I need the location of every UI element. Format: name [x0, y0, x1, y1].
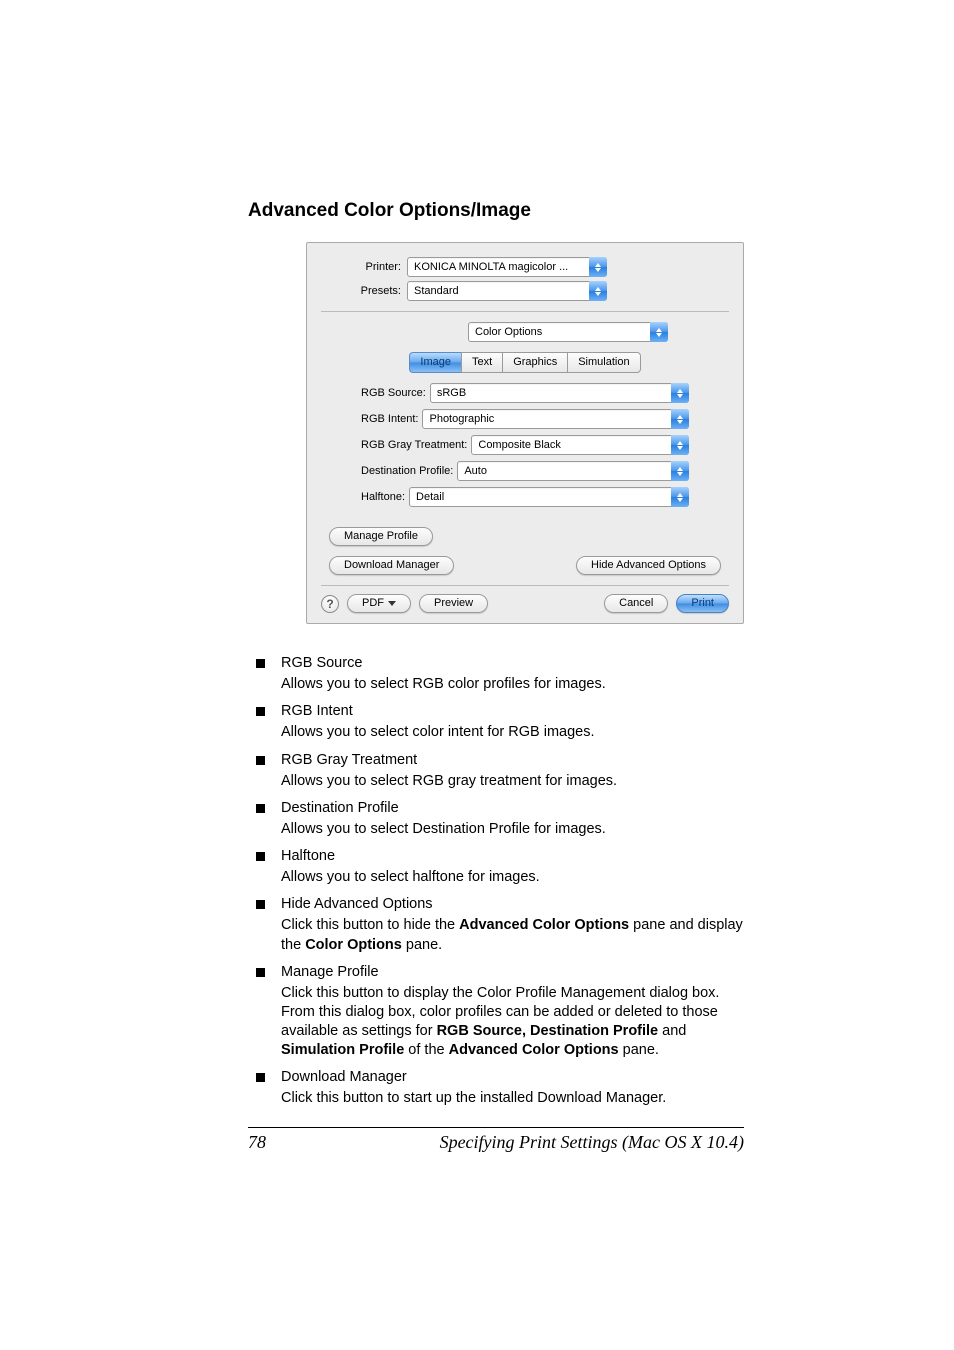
printer-select[interactable]: KONICA MINOLTA magicolor ... — [407, 257, 607, 277]
bullet-icon — [256, 804, 265, 813]
bullet-desc: Allows you to select RGB gray treatment … — [281, 772, 744, 791]
rgb-source-value: sRGB — [437, 387, 682, 399]
dropdown-arrows-icon — [671, 461, 689, 481]
destination-profile-select[interactable]: Auto — [457, 461, 689, 481]
chevron-down-icon — [388, 601, 396, 606]
printer-select-value: KONICA MINOLTA magicolor ... — [414, 261, 600, 273]
bullet-title: Halftone — [281, 847, 744, 866]
tab-graphics[interactable]: Graphics — [502, 352, 567, 373]
bullet-desc: Click this button to hide the Advanced C… — [281, 916, 744, 954]
rgb-source-label: RGB Source: — [361, 387, 430, 399]
bullet-title: RGB Gray Treatment — [281, 751, 744, 770]
section-heading: Advanced Color Options/Image — [248, 200, 744, 222]
dropdown-arrows-icon — [671, 409, 689, 429]
bullet-desc: Allows you to select RGB color profiles … — [281, 675, 744, 694]
bullet-title: Hide Advanced Options — [281, 895, 744, 914]
bullet-title: RGB Intent — [281, 702, 744, 721]
halftone-value: Detail — [416, 491, 682, 503]
bullet-desc: Allows you to select Destination Profile… — [281, 820, 744, 839]
pdf-menu-button[interactable]: PDF — [347, 594, 411, 613]
preview-button[interactable]: Preview — [419, 594, 488, 613]
presets-select[interactable]: Standard — [407, 281, 607, 301]
page-number: 78 — [248, 1132, 266, 1153]
footer-rule — [248, 1127, 744, 1128]
bullet-desc: Click this button to display the Color P… — [281, 984, 744, 1061]
presets-label: Presets: — [321, 285, 407, 297]
bullet-desc: Allows you to select halftone for images… — [281, 868, 744, 887]
print-button[interactable]: Print — [676, 594, 729, 613]
help-button[interactable]: ? — [321, 595, 339, 613]
rgb-gray-label: RGB Gray Treatment: — [361, 439, 471, 451]
bullet-title: Download Manager — [281, 1068, 744, 1087]
bullet-title: Destination Profile — [281, 799, 744, 818]
rgb-intent-select[interactable]: Photographic — [422, 409, 689, 429]
bullet-title: RGB Source — [281, 654, 744, 673]
bullet-icon — [256, 968, 265, 977]
presets-select-value: Standard — [414, 285, 600, 297]
halftone-select[interactable]: Detail — [409, 487, 689, 507]
bullet-icon — [256, 659, 265, 668]
dropdown-arrows-icon — [650, 322, 668, 342]
bullet-title: Manage Profile — [281, 963, 744, 982]
tab-image[interactable]: Image — [409, 352, 461, 373]
footer-text: Specifying Print Settings (Mac OS X 10.4… — [440, 1132, 744, 1153]
bullet-icon — [256, 756, 265, 765]
bullet-icon — [256, 707, 265, 716]
tab-simulation[interactable]: Simulation — [567, 352, 640, 373]
hide-advanced-options-button[interactable]: Hide Advanced Options — [576, 556, 721, 575]
cancel-button[interactable]: Cancel — [604, 594, 668, 613]
rgb-gray-value: Composite Black — [478, 439, 682, 451]
dropdown-arrows-icon — [589, 281, 607, 301]
bullet-icon — [256, 900, 265, 909]
manage-profile-button[interactable]: Manage Profile — [329, 527, 433, 546]
download-manager-button[interactable]: Download Manager — [329, 556, 454, 575]
printer-label: Printer: — [321, 261, 407, 273]
bullet-icon — [256, 852, 265, 861]
bullet-desc: Allows you to select color intent for RG… — [281, 723, 744, 742]
bullet-icon — [256, 1073, 265, 1082]
rgb-gray-select[interactable]: Composite Black — [471, 435, 689, 455]
destination-profile-label: Destination Profile: — [361, 465, 457, 477]
pdf-label: PDF — [362, 597, 384, 609]
options-description-list: RGB Source Allows you to select RGB colo… — [248, 654, 744, 1109]
panel-select[interactable]: Color Options — [468, 322, 668, 342]
destination-profile-value: Auto — [464, 465, 682, 477]
dropdown-arrows-icon — [671, 487, 689, 507]
dropdown-arrows-icon — [671, 435, 689, 455]
color-options-tabs: Image Text Graphics Simulation — [321, 352, 729, 373]
print-dialog: Printer: KONICA MINOLTA magicolor ... Pr… — [306, 242, 744, 624]
rgb-source-select[interactable]: sRGB — [430, 383, 689, 403]
tab-text[interactable]: Text — [461, 352, 502, 373]
dropdown-arrows-icon — [589, 257, 607, 277]
halftone-label: Halftone: — [361, 491, 409, 503]
rgb-intent-label: RGB Intent: — [361, 413, 422, 425]
bullet-desc: Click this button to start up the instal… — [281, 1089, 744, 1108]
dropdown-arrows-icon — [671, 383, 689, 403]
rgb-intent-value: Photographic — [429, 413, 682, 425]
panel-select-value: Color Options — [475, 326, 661, 338]
